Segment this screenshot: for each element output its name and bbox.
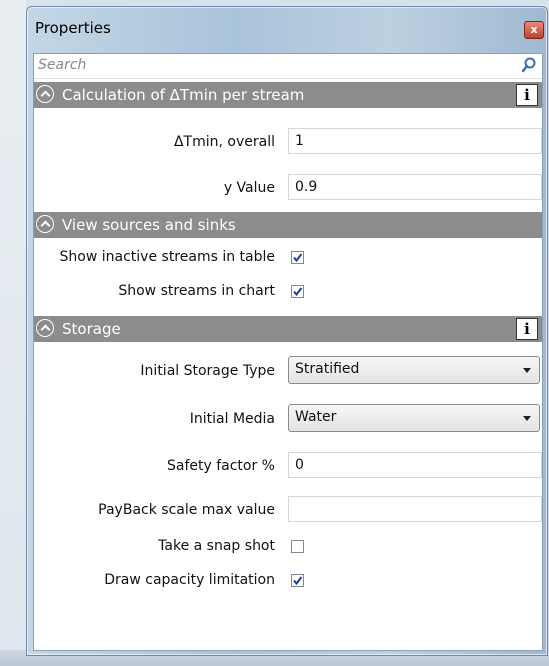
capacity-limitation-label: Draw capacity limitation <box>104 572 275 588</box>
initial-storage-type-label: Initial Storage Type <box>140 363 275 379</box>
chevron-up-icon[interactable] <box>36 319 54 337</box>
show-inactive-label: Show inactive streams in table <box>59 249 275 265</box>
initial-media-label: Initial Media <box>189 411 275 427</box>
show-streams-chart-label: Show streams in chart <box>118 283 275 299</box>
title-bar[interactable]: Properties x <box>27 7 547 53</box>
selected-value: Stratified <box>295 361 360 377</box>
payback-scale-field[interactable] <box>288 496 542 522</box>
info-icon[interactable]: i <box>516 84 538 106</box>
snapshot-checkbox[interactable] <box>291 540 304 553</box>
safety-factor-label: Safety factor % <box>166 458 275 474</box>
show-inactive-checkbox[interactable] <box>291 251 304 264</box>
properties-window: Properties x Calculation of ΔTmin per st… <box>26 6 548 656</box>
dtmin-overall-label: ΔTmin, overall <box>173 134 275 150</box>
snapshot-label: Take a snap shot <box>158 538 275 554</box>
search-bar <box>34 54 542 79</box>
section-header-sources[interactable]: View sources and sinks <box>34 212 542 238</box>
initial-media-select[interactable]: Water <box>288 404 540 432</box>
chevron-up-icon[interactable] <box>36 85 54 103</box>
close-button[interactable]: x <box>524 21 544 39</box>
payback-scale-label: PayBack scale max value <box>98 502 275 518</box>
y-value-label: y Value <box>223 180 275 196</box>
section-title: View sources and sinks <box>62 216 236 234</box>
close-icon: x <box>530 23 538 36</box>
dtmin-overall-field[interactable]: 1 <box>288 128 542 154</box>
chevron-down-icon <box>523 368 531 373</box>
window-title: Properties <box>35 19 111 37</box>
section-title: Storage <box>62 320 121 338</box>
chevron-up-icon[interactable] <box>36 215 54 233</box>
search-input[interactable] <box>34 54 508 76</box>
search-icon[interactable] <box>520 56 538 74</box>
y-value-field[interactable]: 0.9 <box>288 174 542 200</box>
selected-value: Water <box>295 409 337 425</box>
show-streams-chart-checkbox[interactable] <box>291 285 304 298</box>
section-header-dtmin[interactable]: Calculation of ΔTmin per stream i <box>34 82 542 108</box>
safety-factor-field[interactable]: 0 <box>288 452 542 478</box>
section-title: Calculation of ΔTmin per stream <box>62 86 305 104</box>
properties-panel: Calculation of ΔTmin per stream i ΔTmin,… <box>33 53 543 651</box>
section-header-storage[interactable]: Storage i <box>34 316 542 342</box>
background-app <box>0 0 26 666</box>
chevron-down-icon <box>523 416 531 421</box>
initial-storage-type-select[interactable]: Stratified <box>288 356 540 384</box>
info-icon[interactable]: i <box>516 318 538 340</box>
capacity-limitation-checkbox[interactable] <box>291 574 304 587</box>
